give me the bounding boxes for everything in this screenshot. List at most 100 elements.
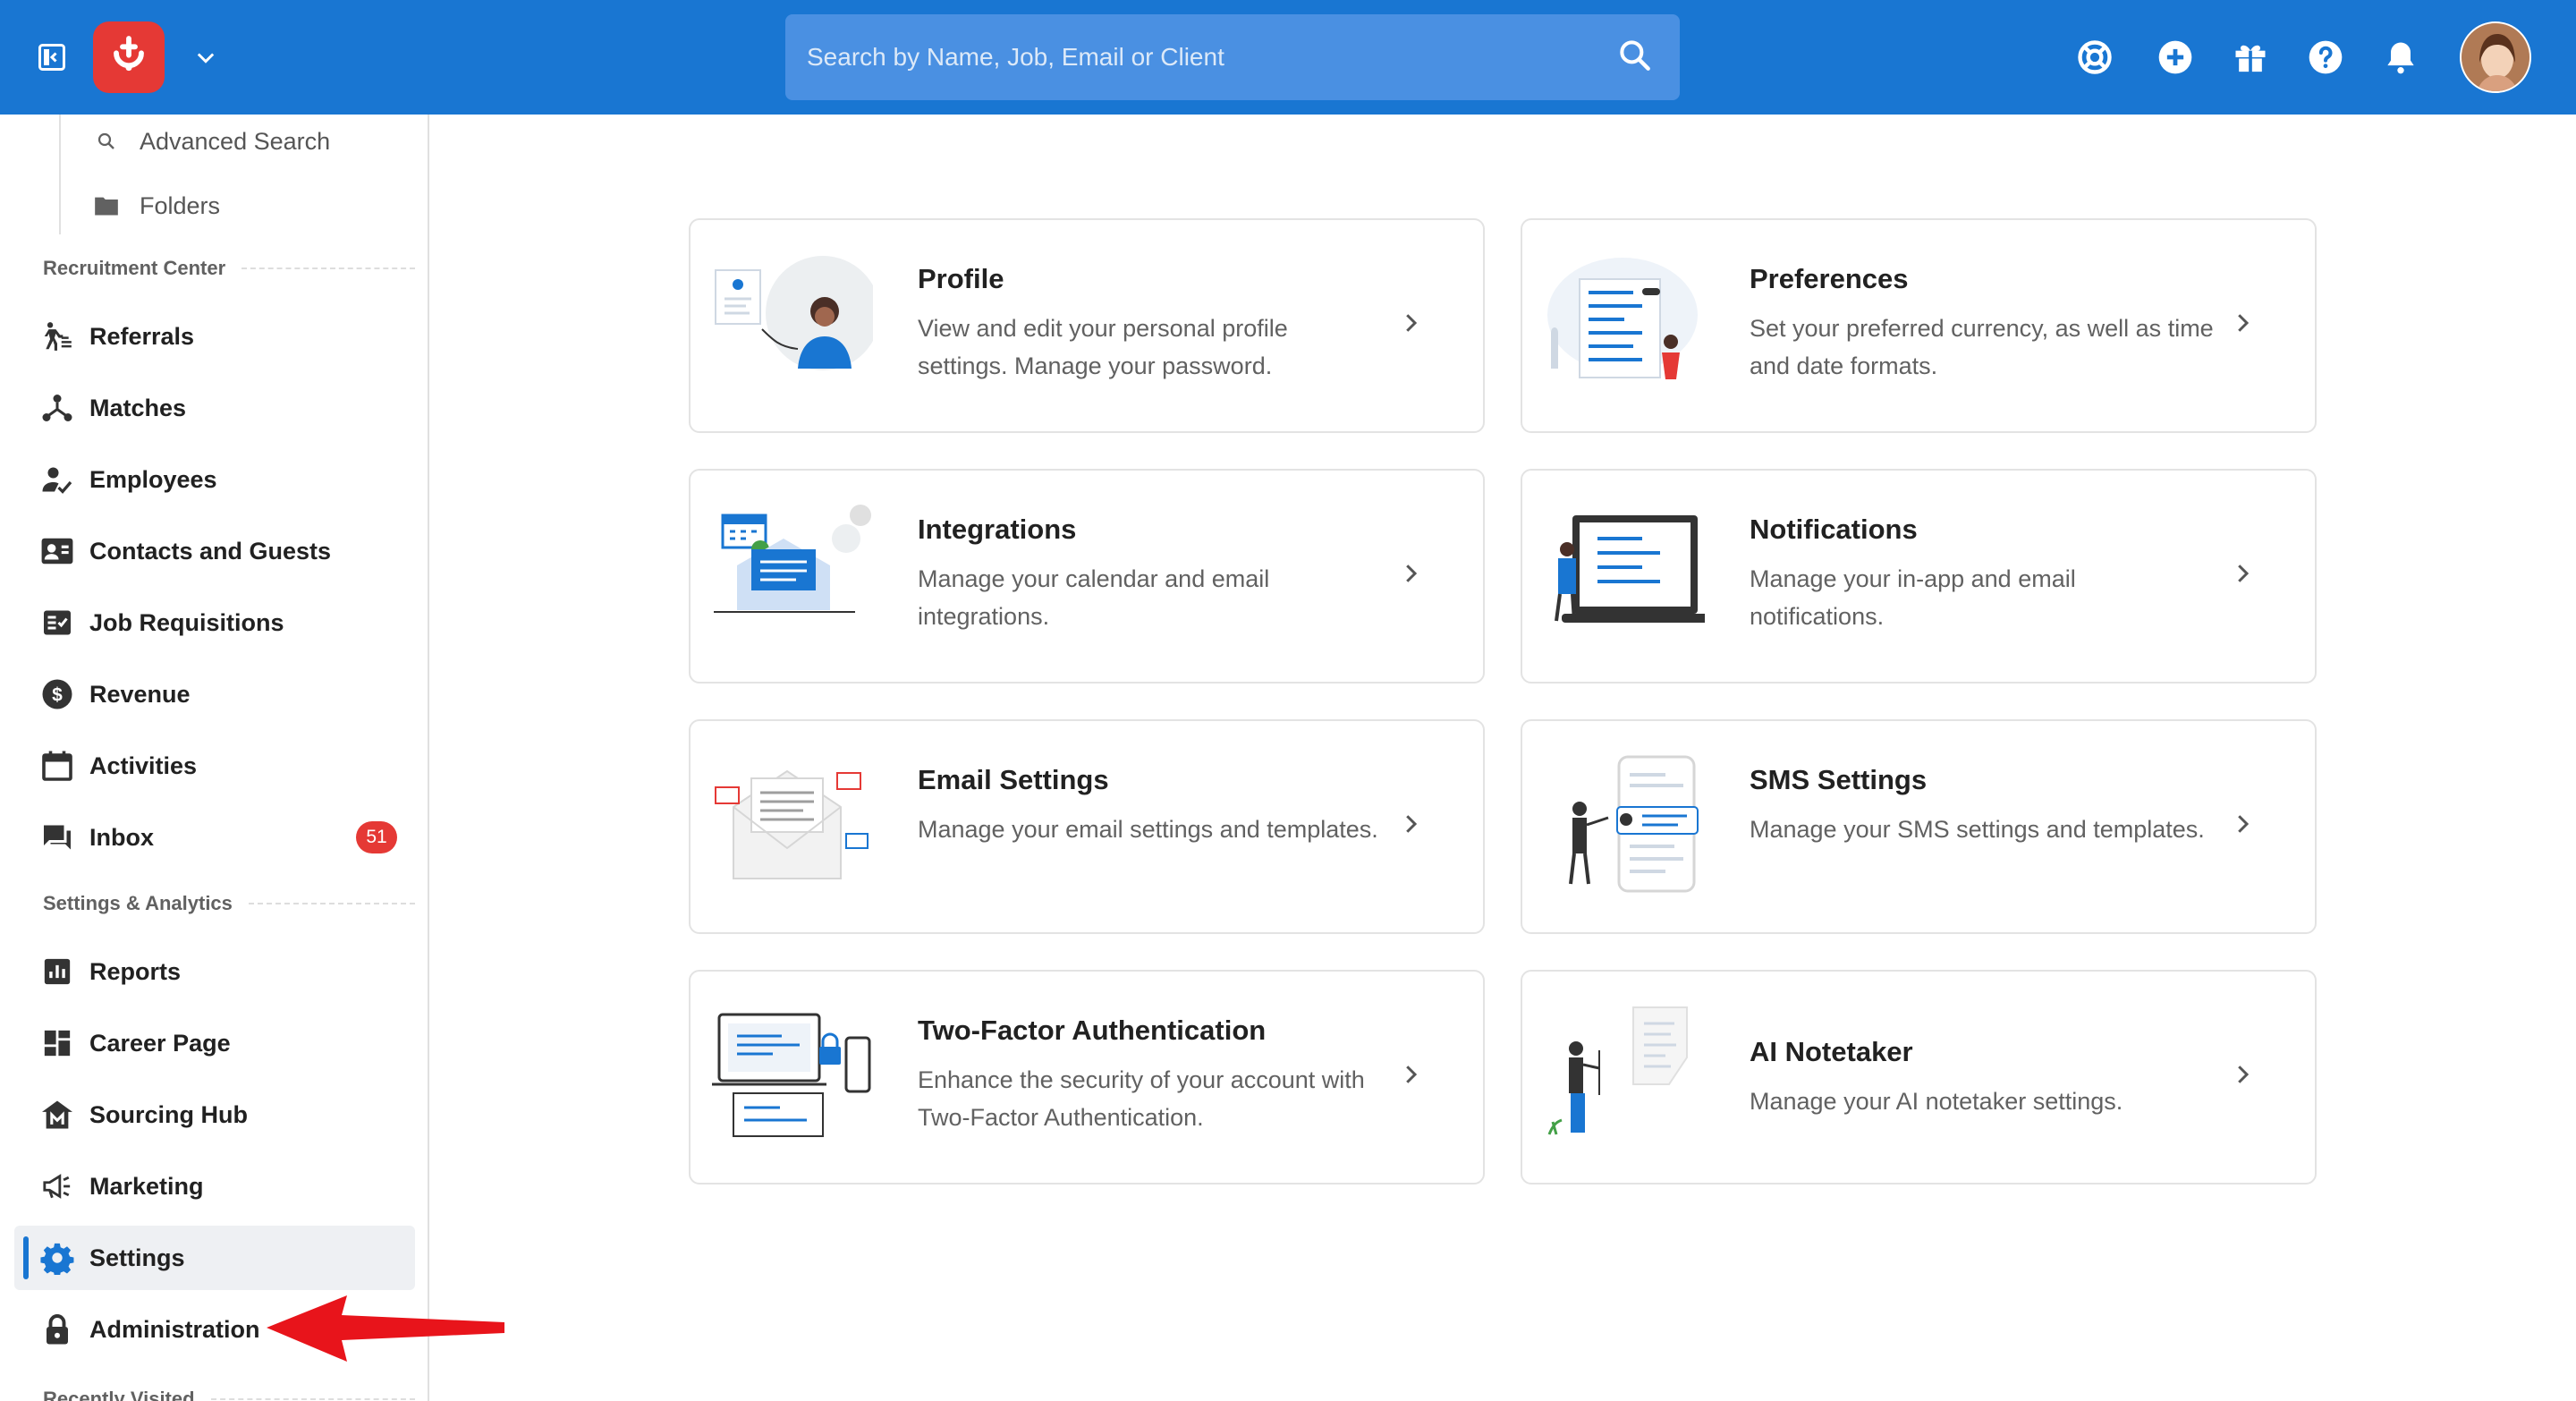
sidebar: Advanced Search Folders Recruitment Cent… <box>0 115 429 1401</box>
top-bar: Search by Name, Job, Email or Client <box>0 0 2576 115</box>
two-factor-illustration <box>712 1004 873 1147</box>
sidebar-item-label: Settings <box>89 1244 185 1271</box>
sidebar-item-employees[interactable]: Employees <box>14 447 415 512</box>
chevron-right-icon <box>2229 560 2256 591</box>
sidebar-item-label: Revenue <box>89 680 191 708</box>
sidebar-item-advanced-search[interactable]: Advanced Search <box>93 116 330 166</box>
reports-icon <box>39 954 75 989</box>
sub-menu-line <box>59 115 61 234</box>
sidebar-item-label: Job Requisitions <box>89 608 284 636</box>
integrations-illustration <box>712 503 873 646</box>
settings-card-two-factor-authentication[interactable]: Two-Factor Authentication Enhance the se… <box>689 970 1485 1184</box>
svg-text:$: $ <box>52 685 63 706</box>
sidebar-item-revenue[interactable]: $ Revenue <box>14 662 415 726</box>
section-label: Settings & Analytics <box>43 892 233 914</box>
sidebar-item-label: Inbox <box>89 823 154 851</box>
sidebar-item-job-requisitions[interactable]: Job Requisitions <box>14 590 415 655</box>
sidebar-item-activities[interactable]: Activities <box>14 734 415 798</box>
card-description: View and edit your personal profile sett… <box>918 315 1288 379</box>
calendar-icon <box>39 748 75 784</box>
settings-card-sms-settings[interactable]: SMS Settings Manage your SMS settings an… <box>1521 719 2317 934</box>
email-settings-illustration <box>712 753 873 896</box>
chevron-down-icon[interactable] <box>188 39 224 75</box>
sidebar-item-label: Employees <box>89 465 217 493</box>
support-icon[interactable] <box>2073 36 2116 79</box>
search-icon[interactable] <box>1615 36 1655 80</box>
settings-card-notifications[interactable]: Notifications Manage your in-app and ema… <box>1521 469 2317 684</box>
sidebar-item-reports[interactable]: Reports <box>14 939 415 1004</box>
inbox-count-badge: 51 <box>356 821 397 853</box>
avatar[interactable] <box>2460 21 2531 93</box>
card-title: Email Settings <box>918 764 1109 795</box>
section-label: Recruitment Center <box>43 257 226 279</box>
settings-card-ai-notetaker[interactable]: AI Notetaker Manage your AI notetaker se… <box>1521 970 2317 1184</box>
sidebar-item-label: Advanced Search <box>140 127 331 155</box>
sidebar-item-folders[interactable]: Folders <box>93 181 220 231</box>
referrals-icon <box>39 318 75 354</box>
chevron-right-icon <box>1397 310 1424 341</box>
lock-icon <box>39 1312 75 1347</box>
settings-card-integrations[interactable]: Integrations Manage your calendar and em… <box>689 469 1485 684</box>
career-page-icon <box>39 1025 75 1061</box>
sidebar-item-label: Folders <box>140 191 221 219</box>
folder-icon <box>93 192 120 219</box>
card-title: SMS Settings <box>1750 764 1928 795</box>
card-title: Integrations <box>918 514 1077 545</box>
card-description: Set your preferred currency, as well as … <box>1750 315 2214 379</box>
sourcing-hub-icon <box>39 1097 75 1133</box>
sidebar-item-label: Activities <box>89 751 198 779</box>
gear-icon <box>39 1240 75 1276</box>
sidebar-item-label: Marketing <box>89 1172 204 1200</box>
settings-card-profile[interactable]: Profile View and edit your personal prof… <box>689 218 1485 433</box>
sidebar-item-career-page[interactable]: Career Page <box>14 1011 415 1075</box>
chevron-right-icon <box>1397 811 1424 842</box>
search-input[interactable]: Search by Name, Job, Email or Client <box>785 14 1680 100</box>
card-title: Profile <box>918 263 1004 294</box>
sidebar-item-inbox[interactable]: Inbox 51 <box>14 805 415 870</box>
sms-settings-illustration <box>1544 753 1705 896</box>
sidebar-item-label: Administration <box>89 1315 260 1343</box>
sidebar-item-marketing[interactable]: Marketing <box>14 1154 415 1218</box>
gift-icon[interactable] <box>2229 36 2272 79</box>
card-description: Manage your email settings and templates… <box>918 816 1378 843</box>
megaphone-icon <box>39 1168 75 1204</box>
sidebar-item-label: Sourcing Hub <box>89 1100 248 1128</box>
search-placeholder: Search by Name, Job, Email or Client <box>807 43 1224 71</box>
matches-icon <box>39 390 75 426</box>
annotation-arrow <box>267 1295 504 1362</box>
chevron-right-icon <box>1397 560 1424 591</box>
sidebar-item-sourcing-hub[interactable]: Sourcing Hub <box>14 1083 415 1147</box>
section-label: Recently Visited <box>43 1388 195 1401</box>
revenue-icon: $ <box>39 676 75 712</box>
card-title: Notifications <box>1750 514 1918 545</box>
app-logo[interactable] <box>93 21 165 93</box>
settings-card-email-settings[interactable]: Email Settings Manage your email setting… <box>689 719 1485 934</box>
help-icon[interactable] <box>2304 36 2347 79</box>
card-description: Manage your AI notetaker settings. <box>1750 1088 2123 1115</box>
card-title: AI Notetaker <box>1750 1036 1913 1067</box>
sidebar-item-label: Contacts and Guests <box>89 537 332 565</box>
inbox-icon <box>39 819 75 855</box>
sidebar-item-label: Matches <box>89 394 187 421</box>
bell-icon[interactable] <box>2379 36 2422 79</box>
sidebar-item-contacts[interactable]: Contacts and Guests <box>14 519 415 583</box>
notifications-illustration <box>1544 503 1708 646</box>
sidebar-toggle-icon[interactable] <box>34 39 70 75</box>
section-recruitment-center: Recruitment Center <box>43 250 415 286</box>
sidebar-item-referrals[interactable]: Referrals <box>14 304 415 369</box>
sidebar-item-matches[interactable]: Matches <box>14 376 415 440</box>
card-description: Manage your SMS settings and templates. <box>1750 816 2205 843</box>
sidebar-item-settings[interactable]: Settings <box>14 1226 415 1290</box>
settings-card-preferences[interactable]: Preferences Set your preferred currency,… <box>1521 218 2317 433</box>
sidebar-item-label: Career Page <box>89 1029 231 1057</box>
sidebar-item-label: Reports <box>89 957 182 985</box>
chevron-right-icon <box>2229 1061 2256 1092</box>
ai-notetaker-illustration <box>1544 1004 1705 1147</box>
card-description: Enhance the security of your account wit… <box>918 1066 1365 1131</box>
job-requisitions-icon <box>39 605 75 641</box>
card-title: Two-Factor Authentication <box>918 1015 1267 1046</box>
chevron-right-icon <box>2229 310 2256 341</box>
chevron-right-icon <box>2229 811 2256 842</box>
add-icon[interactable] <box>2154 36 2197 79</box>
profile-illustration <box>712 252 880 395</box>
